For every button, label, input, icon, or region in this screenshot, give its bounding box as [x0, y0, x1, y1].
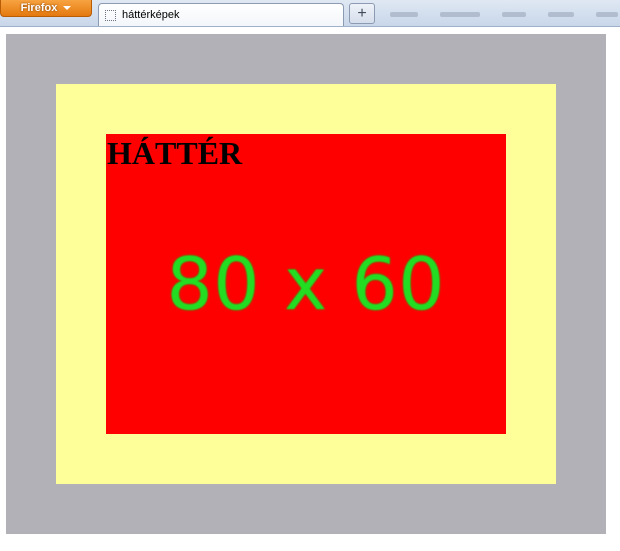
blurred-menu-item: [440, 11, 480, 17]
margin-area: 80 x 60 HÁTTÉR: [6, 34, 606, 534]
blurred-menu-item: [502, 11, 526, 17]
tab-hatterkepek[interactable]: háttérképek: [98, 3, 344, 26]
tab-title: háttérképek: [122, 9, 180, 21]
dropdown-caret-icon: [63, 6, 72, 10]
padding-area: 80 x 60 HÁTTÉR: [56, 84, 556, 484]
blurred-menu-item: [596, 11, 618, 17]
plus-icon: +: [357, 4, 367, 22]
blurred-menu-area: [390, 6, 620, 22]
background-image-placeholder: 80 x 60: [166, 242, 446, 326]
new-tab-button[interactable]: +: [349, 3, 375, 24]
firefox-button-label: Firefox: [20, 2, 58, 14]
page-icon: [105, 9, 116, 21]
page-heading: HÁTTÉR: [107, 135, 243, 171]
blurred-menu-item: [390, 11, 418, 17]
firefox-menu-button[interactable]: Firefox: [0, 0, 92, 17]
blurred-menu-item: [548, 11, 574, 17]
browser-titlebar: Firefox háttérképek +: [0, 0, 620, 27]
content-area: 80 x 60 HÁTTÉR: [106, 134, 506, 434]
